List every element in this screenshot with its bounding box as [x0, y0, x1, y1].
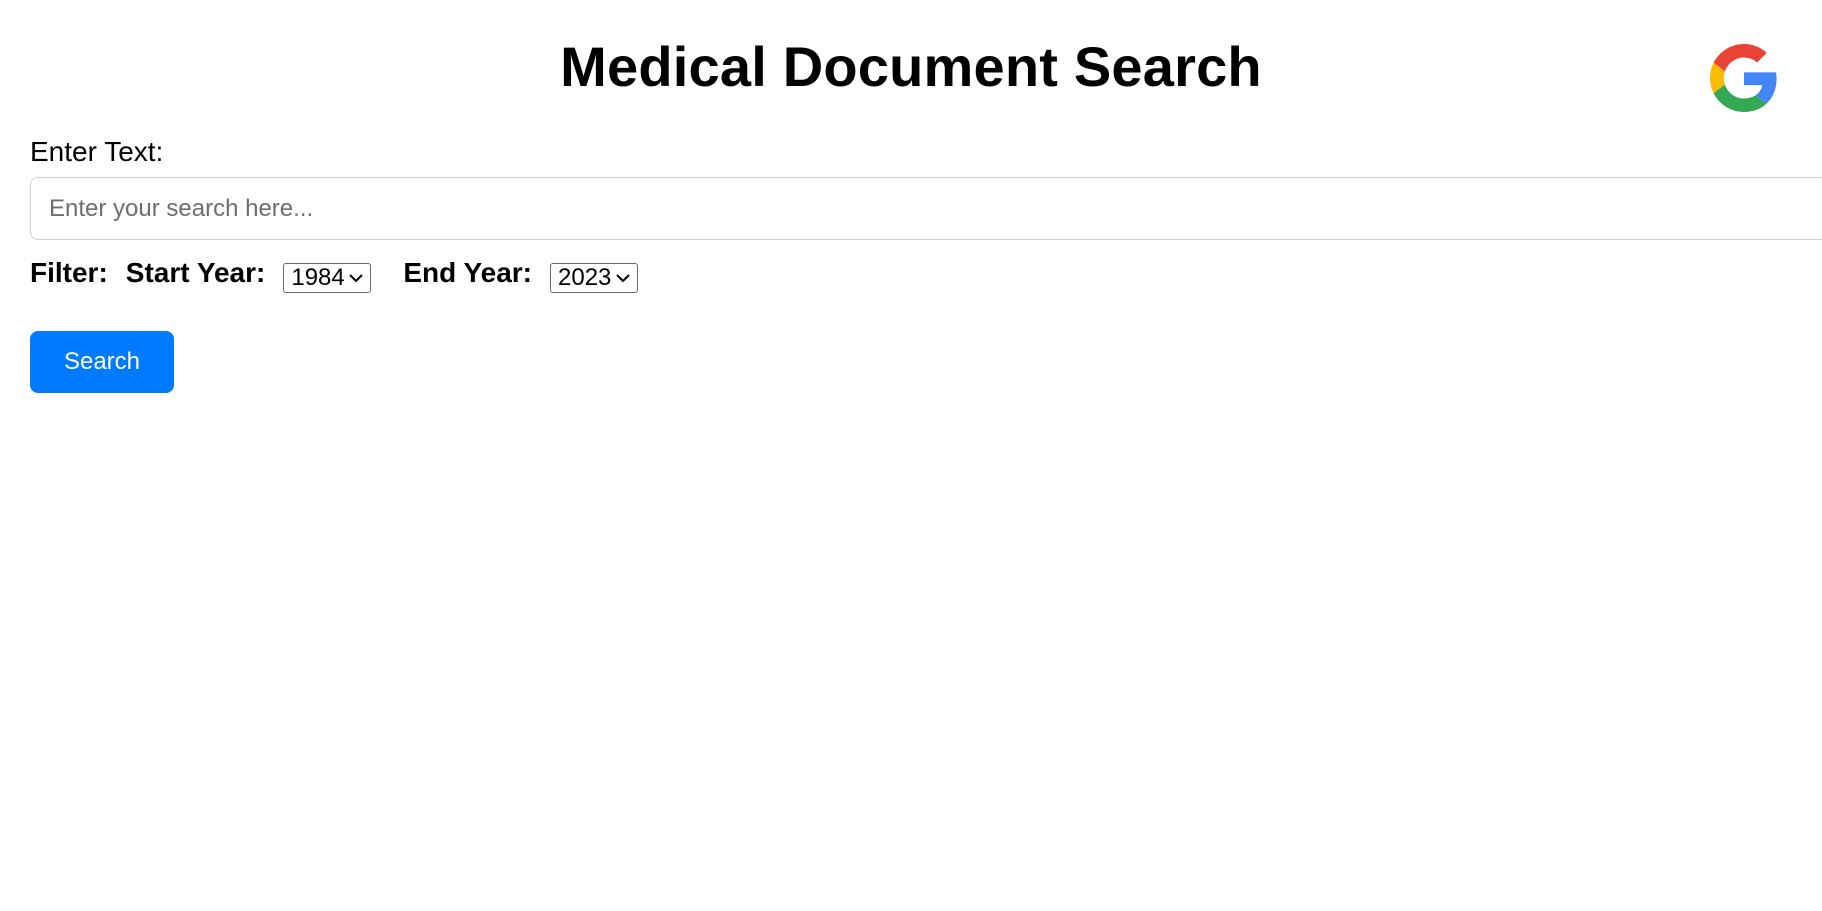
- chevron-down-icon: [616, 274, 630, 283]
- google-logo-icon: [1710, 44, 1778, 112]
- filter-row: Filter: Start Year: 1984 End Year: 2023: [30, 257, 638, 298]
- page: Medical Document Search Enter Text: Filt…: [0, 0, 1822, 911]
- start-year-value: 1984: [291, 264, 345, 291]
- end-year-value: 2023: [558, 264, 612, 291]
- search-label: Enter Text:: [30, 136, 164, 167]
- search-input[interactable]: [30, 177, 1822, 240]
- chevron-down-icon: [349, 274, 364, 283]
- end-year-label: End Year:: [403, 257, 532, 288]
- page-title: Medical Document Search: [560, 35, 1262, 98]
- start-year-select[interactable]: 1984: [283, 263, 372, 293]
- filter-label: Filter:: [30, 257, 108, 288]
- end-year-select[interactable]: 2023: [550, 263, 638, 293]
- search-button[interactable]: Search: [30, 331, 174, 393]
- start-year-label: Start Year:: [125, 257, 266, 288]
